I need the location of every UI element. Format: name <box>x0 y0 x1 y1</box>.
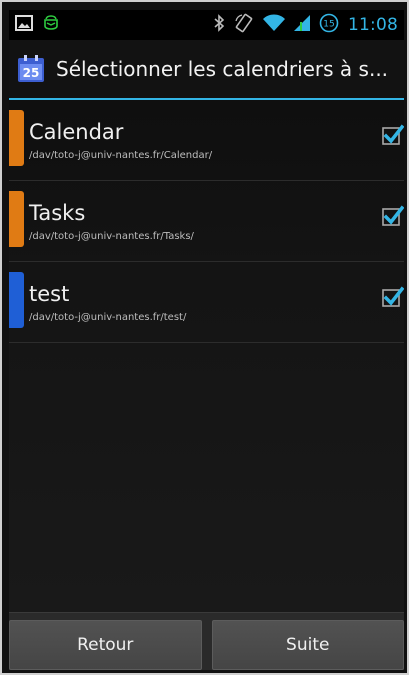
calendar-name: test <box>29 282 70 306</box>
button-bar: Retour Suite <box>9 612 404 670</box>
status-bar: 15 11:08 <box>9 10 404 40</box>
calendar-icon-day: 25 <box>23 66 40 80</box>
checkbox-checked-icon[interactable] <box>382 124 404 146</box>
calendar-name: Tasks <box>29 201 86 225</box>
status-clock: 11:08 <box>348 15 398 35</box>
battery-icon: 15 <box>319 13 339 37</box>
device-frame: 15 11:08 25 Sélectionner les calendriers… <box>0 0 409 675</box>
bluetooth-icon <box>213 14 225 36</box>
list-item[interactable]: Calendar /dav/toto-j@univ-nantes.fr/Cale… <box>9 100 404 181</box>
next-button[interactable]: Suite <box>211 620 404 670</box>
android-icon <box>43 14 59 36</box>
battery-level-text: 15 <box>323 20 334 30</box>
calendar-color-bar <box>9 191 24 247</box>
rotation-lock-icon <box>234 13 254 37</box>
action-bar: 25 Sélectionner les calendriers à s... <box>9 40 404 100</box>
checkbox-checked-icon[interactable] <box>382 286 404 308</box>
calendar-path: /dav/toto-j@univ-nantes.fr/Calendar/ <box>29 150 213 161</box>
calendar-color-bar <box>9 272 24 328</box>
screen: 15 11:08 25 Sélectionner les calendriers… <box>9 10 404 670</box>
list-item[interactable]: Tasks /dav/toto-j@univ-nantes.fr/Tasks/ <box>9 181 404 262</box>
calendar-name: Calendar <box>29 120 124 144</box>
calendar-color-bar <box>9 110 24 166</box>
list-item[interactable]: test /dav/toto-j@univ-nantes.fr/test/ <box>9 262 404 343</box>
calendar-icon[interactable]: 25 <box>16 54 46 84</box>
checkbox-checked-icon[interactable] <box>382 205 404 227</box>
calendar-list: Calendar /dav/toto-j@univ-nantes.fr/Cale… <box>9 100 404 343</box>
page-title: Sélectionner les calendriers à s... <box>56 57 389 81</box>
back-button[interactable]: Retour <box>9 620 202 670</box>
picture-icon <box>15 15 33 35</box>
calendar-path: /dav/toto-j@univ-nantes.fr/Tasks/ <box>29 231 194 242</box>
signal-icon <box>294 14 310 36</box>
wifi-icon <box>263 14 285 36</box>
calendar-path: /dav/toto-j@univ-nantes.fr/test/ <box>29 312 187 323</box>
